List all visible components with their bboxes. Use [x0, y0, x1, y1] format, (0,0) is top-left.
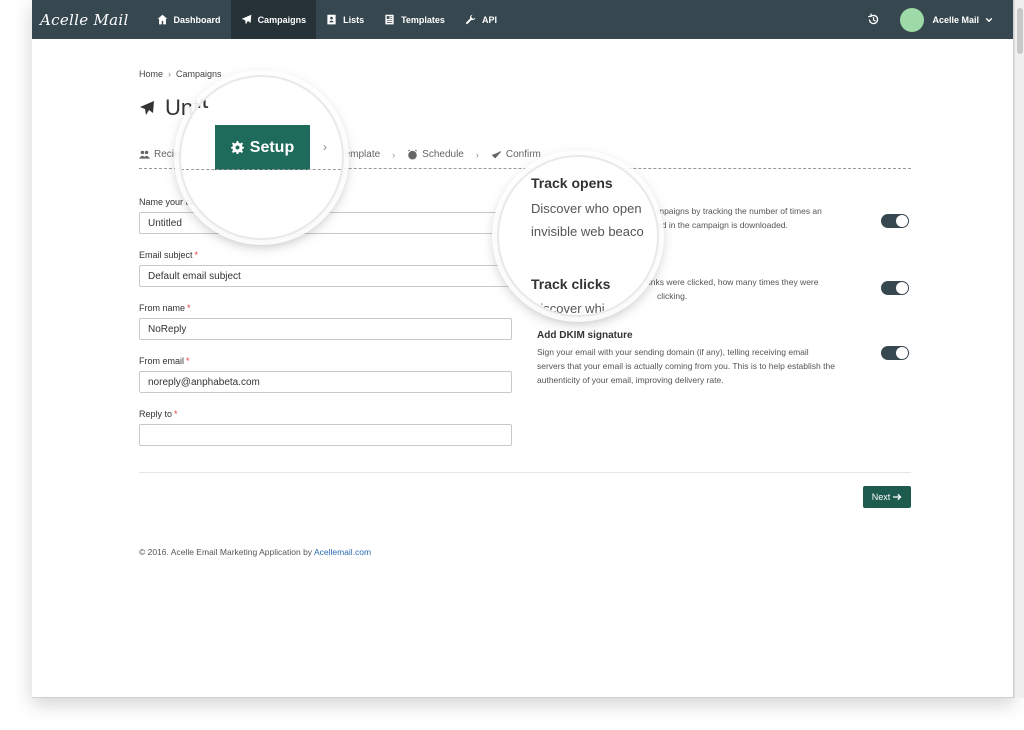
nav-dashboard[interactable]: Dashboard [147, 0, 231, 39]
user-name[interactable]: Acelle Mail [932, 15, 979, 25]
email-subject-label: Email subject * [139, 250, 199, 260]
avatar[interactable] [900, 7, 925, 32]
track-opens-toggle[interactable] [881, 214, 909, 228]
browser-window: Acelle Mail Dashboard Campaigns Lists Te… [32, 0, 1014, 698]
magnified-steps-divider [181, 169, 342, 170]
paper-plane-icon [241, 14, 251, 25]
magnifier-setup-callout: Unt Setup › [179, 75, 344, 240]
nav-api[interactable]: API [455, 0, 507, 39]
top-navbar: Acelle Mail Dashboard Campaigns Lists Te… [32, 0, 1013, 39]
step-setup-active[interactable]: Setup [215, 125, 310, 170]
step-template[interactable]: Template [340, 149, 381, 160]
track-clicks-title: Track clicks [531, 276, 611, 292]
breadcrumb-current[interactable]: Campaigns [176, 69, 222, 79]
step-confirm[interactable]: Confirm [491, 149, 541, 160]
step-recipients-label: Recip [154, 149, 180, 160]
from-name-input[interactable] [139, 318, 512, 340]
alarm-clock-icon [408, 149, 418, 160]
from-email-label: From email * [139, 356, 190, 366]
paper-plane-icon [140, 101, 154, 115]
home-icon [157, 14, 167, 25]
campaign-form: Name your ca* Email subject* From name* … [139, 197, 512, 462]
field-group-subject: Email subject * [139, 250, 512, 303]
track-opens-line1: Discover who open [531, 201, 642, 216]
from-email-input[interactable] [139, 371, 512, 393]
magnifier-tracking-callout: Track opens Discover who open invisible … [497, 155, 659, 317]
next-button-label: Next [871, 492, 891, 502]
field-group-reply-to: Reply to * [139, 409, 512, 462]
nav-user-area: Acelle Mail [867, 0, 1013, 39]
nav-campaigns[interactable]: Campaigns [230, 0, 317, 39]
track-clicks-toggle[interactable] [881, 281, 909, 295]
chevron-right-icon: › [323, 140, 327, 154]
breadcrumb: Home › Campaigns [139, 69, 222, 79]
scrollbar[interactable] [1014, 0, 1024, 698]
footer: © 2016. Acelle Email Marketing Applicati… [139, 547, 371, 557]
footer-link[interactable]: Acellemail.com [314, 547, 371, 557]
step-separator-icon: › [392, 149, 396, 160]
step-separator-icon: › [475, 149, 479, 160]
newspaper-icon [385, 14, 394, 25]
step-template-label: Template [339, 149, 381, 160]
email-subject-input[interactable] [139, 265, 512, 287]
reply-to-input[interactable] [139, 424, 512, 446]
field-group-from-name: From name * [139, 303, 512, 356]
check-icon [491, 150, 501, 159]
step-setup-label: Setup [249, 138, 295, 156]
nav-templates[interactable]: Templates [374, 0, 455, 39]
nav-api-label: API [481, 14, 497, 25]
form-divider [139, 472, 911, 473]
dkim-toggle[interactable] [881, 346, 909, 360]
step-confirm-label: Confirm [505, 149, 541, 160]
brand-logo[interactable]: Acelle Mail [32, 11, 147, 29]
address-book-icon [327, 14, 336, 25]
dkim-title: Add DKIM signature [537, 330, 633, 341]
nav-lists[interactable]: Lists [316, 0, 374, 39]
option-dkim: Add DKIM signature Sign your email with … [537, 330, 911, 410]
footer-text: © 2016. Acelle Email Marketing Applicati… [139, 547, 314, 557]
magnified-page-title: Unt [181, 87, 209, 114]
arrow-right-icon [893, 493, 902, 501]
next-button[interactable]: Next [863, 486, 911, 508]
wrench-icon [465, 14, 476, 25]
step-schedule[interactable]: Schedule [407, 149, 464, 160]
chevron-down-icon[interactable] [985, 16, 993, 24]
step-schedule-label: Schedule [422, 149, 464, 160]
campaign-name-input[interactable] [139, 212, 512, 234]
reply-to-label: Reply to * [139, 409, 178, 419]
users-icon [139, 150, 150, 159]
dkim-description: Sign your email with your sending domain… [537, 347, 835, 385]
nav-campaigns-label: Campaigns [257, 14, 307, 25]
field-group-from-email: From email * [139, 356, 512, 409]
track-opens-line2: invisible web beaco [531, 224, 644, 239]
nav-lists-label: Lists [343, 14, 365, 25]
history-icon[interactable] [867, 13, 880, 26]
breadcrumb-home[interactable]: Home [139, 69, 163, 79]
track-opens-title: Track opens [531, 175, 613, 191]
step-recipients[interactable]: Recip [139, 149, 180, 160]
nav-templates-label: Templates [401, 14, 445, 25]
gear-icon [230, 141, 244, 154]
track-clicks-line: Discover whi [531, 301, 605, 316]
nav-dashboard-label: Dashboard [173, 14, 221, 25]
from-name-label: From name * [139, 303, 191, 313]
scrollbar-thumb[interactable] [1017, 8, 1023, 54]
